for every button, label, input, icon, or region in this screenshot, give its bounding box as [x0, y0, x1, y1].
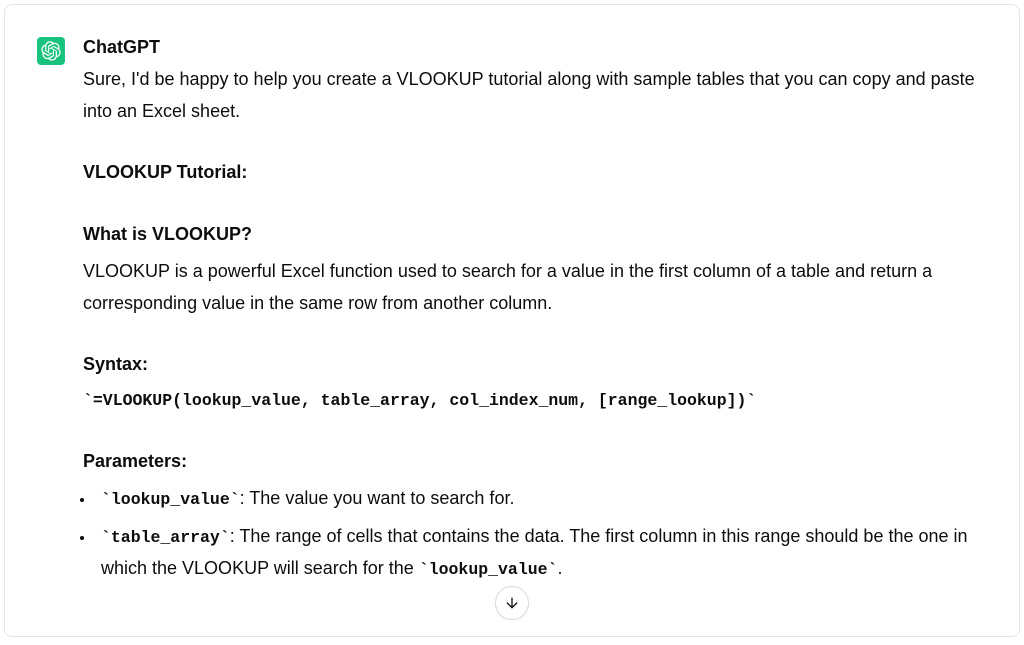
what-section: What is VLOOKUP? VLOOKUP is a powerful E… [83, 219, 981, 320]
tutorial-heading: VLOOKUP Tutorial: [83, 157, 981, 189]
list-item: `lookup_value`: The value you want to se… [95, 483, 981, 515]
assistant-avatar [37, 37, 65, 65]
arrow-down-icon [504, 595, 520, 611]
params-heading: Parameters: [83, 446, 981, 478]
param-name: `lookup_value` [101, 490, 240, 509]
what-body: VLOOKUP is a powerful Excel function use… [83, 256, 981, 319]
message-content: ChatGPT Sure, I'd be happy to help you c… [83, 35, 987, 591]
intro-paragraph: Sure, I'd be happy to help you create a … [83, 64, 981, 127]
syntax-section: Syntax: `=VLOOKUP(lookup_value, table_ar… [83, 349, 981, 415]
params-list: `lookup_value`: The value you want to se… [83, 483, 981, 585]
what-heading: What is VLOOKUP? [83, 219, 981, 251]
list-item: `table_array`: The range of cells that c… [95, 521, 981, 585]
syntax-code: `=VLOOKUP(lookup_value, table_array, col… [83, 387, 981, 416]
openai-logo-icon [41, 41, 61, 61]
syntax-heading: Syntax: [83, 349, 981, 381]
scroll-down-button[interactable] [495, 586, 529, 620]
param-desc: : The value you want to search for. [240, 488, 515, 508]
params-section: Parameters: `lookup_value`: The value yo… [83, 446, 981, 585]
message-card: ChatGPT Sure, I'd be happy to help you c… [4, 4, 1020, 637]
author-name: ChatGPT [83, 35, 981, 60]
param-desc-after: . [557, 558, 562, 578]
param-name: `table_array` [101, 528, 230, 547]
message-row: ChatGPT Sure, I'd be happy to help you c… [37, 35, 987, 591]
param-code-inline: `lookup_value` [419, 560, 558, 579]
